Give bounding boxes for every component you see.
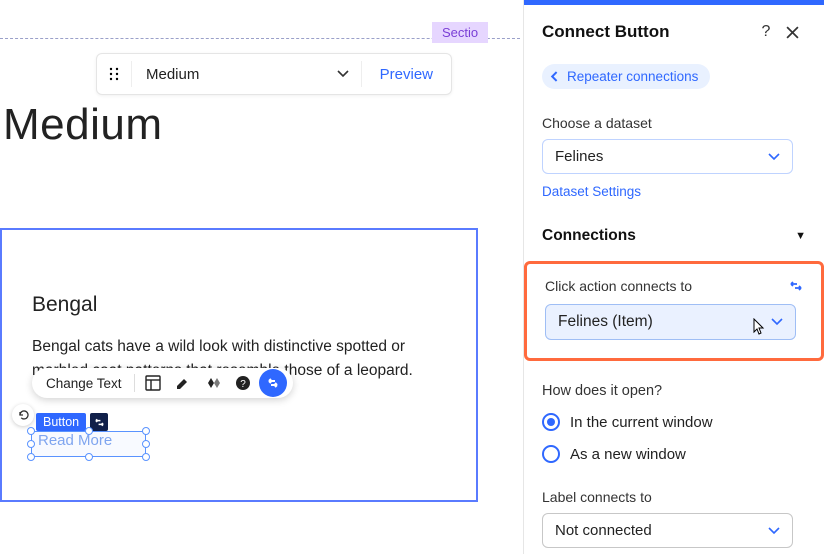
close-icon[interactable] [786,26,806,39]
element-type-badge: Button [36,413,86,431]
breakpoint-select[interactable]: Medium [132,66,337,83]
connections-header[interactable]: Connections ▼ [542,227,806,245]
resize-handle[interactable] [85,427,93,435]
breakpoint-toolbar: Medium Preview [96,53,452,95]
label-connects-label: Label connects to [542,489,806,505]
resize-handle[interactable] [85,453,93,461]
click-action-label: Click action connects to [545,278,692,294]
element-toolbar: Change Text ? [32,368,293,398]
divider [134,374,135,392]
panel-title: Connect Button [542,22,746,42]
click-action-value: Felines (Item) [558,313,653,331]
connected-icon [789,280,803,292]
connect-panel: Connect Button ? Repeater connections Ch… [523,0,824,554]
label-connects-value: Not connected [555,522,652,539]
connected-icon [90,413,108,431]
selected-button[interactable]: Read More [31,431,146,457]
chevron-down-icon [768,527,780,535]
animation-icon[interactable] [199,369,227,397]
chevron-down-icon [771,318,783,326]
section-badge[interactable]: Sectio [432,22,488,43]
panel-body: Repeater connections Choose a dataset Fe… [524,58,824,548]
label-connects-select[interactable]: Not connected [542,513,793,548]
help-icon[interactable]: ? [756,23,776,41]
connections-header-label: Connections [542,227,636,245]
undo-icon[interactable] [12,404,34,426]
dataset-label: Choose a dataset [542,115,806,131]
back-pill-label: Repeater connections [567,69,698,84]
page-heading: Medium [3,100,163,150]
drag-handle-icon[interactable] [97,67,131,81]
resize-handle[interactable] [27,440,35,448]
repeater-item[interactable]: Bengal Bengal cats have a wild look with… [0,228,478,502]
resize-handle[interactable] [27,453,35,461]
preview-link[interactable]: Preview [362,66,451,83]
dataset-value: Felines [555,148,603,165]
dataset-settings-link[interactable]: Dataset Settings [542,184,641,199]
radio-label: As a new window [570,446,686,463]
resize-handle[interactable] [27,427,35,435]
resize-handle[interactable] [142,440,150,448]
card-title: Bengal [32,293,97,317]
chevron-down-icon [768,153,780,161]
open-question: How does it open? [542,383,806,399]
dataset-select[interactable]: Felines [542,139,793,174]
radio-label: In the current window [570,414,713,431]
open-option-new[interactable]: As a new window [542,445,806,463]
open-option-current[interactable]: In the current window [542,413,806,431]
panel-header: Connect Button ? [524,5,824,58]
caret-down-icon: ▼ [795,230,806,242]
click-action-select[interactable]: Felines (Item) [545,304,796,340]
element-label[interactable]: Button [36,413,108,431]
click-action-highlight: Click action connects to Felines (Item) [524,261,824,361]
resize-handle[interactable] [142,427,150,435]
chevron-down-icon[interactable] [337,70,361,78]
change-text-button[interactable]: Change Text [38,376,130,391]
editor-canvas: Sectio Medium Preview Medium Bengal Beng… [0,0,520,554]
back-pill[interactable]: Repeater connections [542,64,710,89]
help-icon[interactable]: ? [229,369,257,397]
layout-icon[interactable] [139,369,167,397]
radio-unselected-icon [542,445,560,463]
svg-text:?: ? [240,379,246,390]
radio-selected-icon [542,413,560,431]
design-icon[interactable] [169,369,197,397]
resize-handle[interactable] [142,453,150,461]
connect-data-icon[interactable] [259,369,287,397]
button-text: Read More [32,430,118,451]
